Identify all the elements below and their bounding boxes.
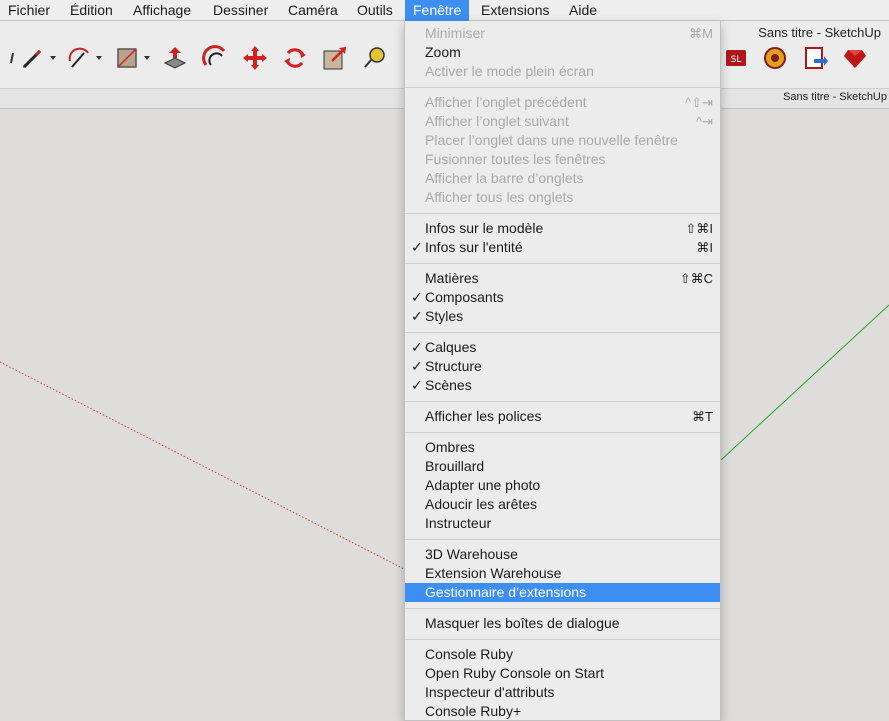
pencil-dropdown-icon[interactable] <box>50 56 56 60</box>
menu-item-calques[interactable]: ✓ Calques <box>405 338 720 357</box>
menu-item-styles[interactable]: ✓ Styles <box>405 307 720 326</box>
move-icon[interactable] <box>242 45 268 71</box>
menu-item-barre-onglets[interactable]: Afficher la barre d’onglets <box>405 169 720 188</box>
tape-measure-icon[interactable] <box>362 45 388 71</box>
menu-outils[interactable]: Outils <box>357 0 393 21</box>
menu-affichage[interactable]: Affichage <box>133 0 191 21</box>
menu-separator <box>405 332 720 333</box>
fenetre-dropdown-menu: Minimiser ⌘M Zoom Activer le mode plein é… <box>404 21 721 721</box>
rotate-icon[interactable] <box>282 45 308 71</box>
menu-separator <box>405 539 720 540</box>
arc-dropdown-icon[interactable] <box>96 56 102 60</box>
check-icon: ✓ <box>411 239 423 255</box>
scale-icon[interactable] <box>322 45 348 71</box>
check-icon: ✓ <box>411 358 423 374</box>
menu-item-open-ruby-console[interactable]: Open Ruby Console on Start <box>405 664 720 683</box>
menu-item-onglet-suivant[interactable]: Afficher l’onglet suivant ^⇥ <box>405 112 720 131</box>
pencil-icon[interactable] <box>20 45 46 71</box>
check-icon: ✓ <box>411 377 423 393</box>
menu-separator <box>405 608 720 609</box>
menu-fichier[interactable]: Fichier <box>8 0 50 21</box>
check-icon: ✓ <box>411 289 423 305</box>
menu-item-zoom[interactable]: Zoom <box>405 43 720 62</box>
menu-item-gestionnaire-extensions[interactable]: Gestionnaire d’extensions <box>405 583 720 602</box>
menu-item-plein-ecran[interactable]: Activer le mode plein écran <box>405 62 720 81</box>
menu-extensions[interactable]: Extensions <box>481 0 549 21</box>
menu-separator <box>405 213 720 214</box>
menu-item-inspecteur-attributs[interactable]: Inspecteur d'attributs <box>405 683 720 702</box>
menu-item-onglet-precedent[interactable]: Afficher l’onglet précédent ^⇧⇥ <box>405 93 720 112</box>
menu-item-instructeur[interactable]: Instructeur <box>405 514 720 533</box>
toolbar-edge <box>0 45 14 71</box>
extension-icon-3[interactable] <box>802 45 828 71</box>
menu-item-scenes[interactable]: ✓ Scènes <box>405 376 720 395</box>
menu-item-composants[interactable]: ✓ Composants <box>405 288 720 307</box>
menu-item-infos-modele[interactable]: Infos sur le modèle ⇧⌘I <box>405 219 720 238</box>
menu-item-console-ruby[interactable]: Console Ruby <box>405 645 720 664</box>
menu-edition[interactable]: Édition <box>70 0 113 21</box>
menu-item-fusionner-fenetres[interactable]: Fusionner toutes les fenêtres <box>405 150 720 169</box>
menu-item-extension-warehouse[interactable]: Extension Warehouse <box>405 564 720 583</box>
menu-camera[interactable]: Caméra <box>288 0 338 21</box>
red-axis-line <box>0 361 405 570</box>
menu-item-structure[interactable]: ✓ Structure <box>405 357 720 376</box>
menu-item-infos-entite[interactable]: ✓ Infos sur l'entité ⌘I <box>405 238 720 257</box>
menu-bar: Fichier Édition Affichage Dessiner Camér… <box>0 0 889 21</box>
menu-item-tous-les-onglets[interactable]: Afficher tous les onglets <box>405 188 720 207</box>
push-pull-icon[interactable] <box>162 45 188 71</box>
rectangle-dropdown-icon[interactable] <box>144 56 150 60</box>
menu-item-adapter-photo[interactable]: Adapter une photo <box>405 476 720 495</box>
menu-item-afficher-polices[interactable]: Afficher les polices ⌘T <box>405 407 720 426</box>
menu-item-3d-warehouse[interactable]: 3D Warehouse <box>405 545 720 564</box>
rectangle-icon[interactable] <box>114 45 140 71</box>
document-tab-title[interactable]: Sans titre - SketchUp <box>783 91 887 103</box>
menu-item-minimiser[interactable]: Minimiser ⌘M <box>405 24 720 43</box>
menu-separator <box>405 401 720 402</box>
check-icon: ✓ <box>411 339 423 355</box>
menu-fenetre[interactable]: Fenêtre <box>405 0 470 21</box>
menu-separator <box>405 263 720 264</box>
check-icon: ✓ <box>411 308 423 324</box>
menu-aide[interactable]: Aide <box>569 0 597 21</box>
arc-icon[interactable] <box>66 45 92 71</box>
menu-separator <box>405 639 720 640</box>
window-title: Sans titre - SketchUp <box>758 25 881 40</box>
extension-icon-2[interactable] <box>762 45 788 71</box>
extension-icon-1[interactable]: SL <box>723 45 749 71</box>
svg-text:SL: SL <box>731 55 742 65</box>
menu-item-matieres[interactable]: Matières ⇧⌘C <box>405 269 720 288</box>
ruby-icon[interactable] <box>842 45 868 71</box>
offset-icon[interactable] <box>202 45 228 71</box>
green-axis-line <box>720 304 889 461</box>
menu-separator <box>405 432 720 433</box>
menu-separator <box>405 87 720 88</box>
menu-dessiner[interactable]: Dessiner <box>213 0 268 21</box>
menu-item-onglet-nouvelle-fenetre[interactable]: Placer l’onglet dans une nouvelle fenêtr… <box>405 131 720 150</box>
menu-item-ombres[interactable]: Ombres <box>405 438 720 457</box>
menu-item-masquer-boites-dialogue[interactable]: Masquer les boîtes de dialogue <box>405 614 720 633</box>
menu-item-adoucir-aretes[interactable]: Adoucir les arêtes <box>405 495 720 514</box>
menu-item-brouillard[interactable]: Brouillard <box>405 457 720 476</box>
